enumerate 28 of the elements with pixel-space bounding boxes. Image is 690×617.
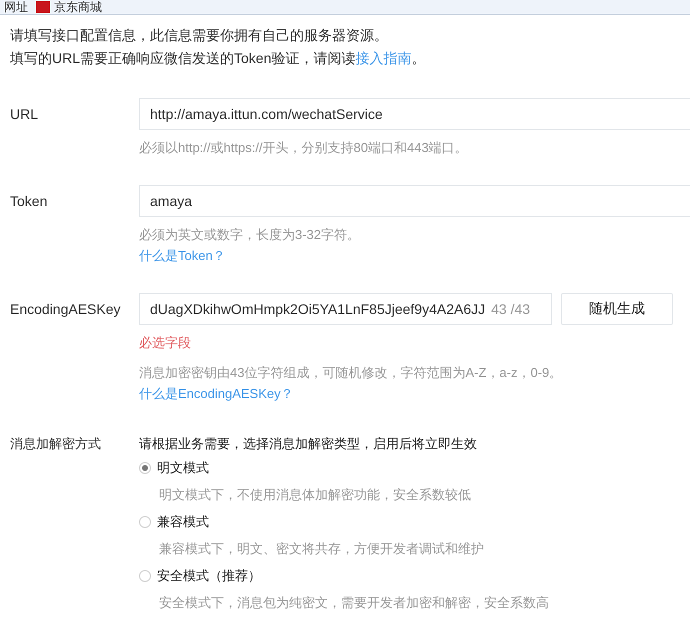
- radio-label[interactable]: 安全模式（推荐）: [157, 567, 261, 585]
- radio-button[interactable]: [139, 462, 151, 474]
- field-label: Token: [10, 193, 48, 209]
- text-input[interactable]: http://amaya.ittun.com/wechatService: [139, 98, 690, 130]
- radio-label[interactable]: 明文模式: [157, 459, 209, 477]
- field-label: 消息加解密方式: [10, 436, 101, 451]
- instruction-text: 请根据业务需要，选择消息加解密类型，启用后将立即生效: [139, 436, 477, 451]
- bookmark-link[interactable]: 京东商城: [54, 0, 102, 14]
- option-description: 安全模式下，消息包为纯密文，需要开发者加密和解密，安全系数高: [159, 595, 549, 610]
- field-label: URL: [10, 106, 38, 122]
- radio-button[interactable]: [139, 516, 151, 528]
- hint-text: 必须为英文或数字，长度为3-32字符。: [139, 227, 360, 242]
- error-text: 必选字段: [139, 335, 191, 350]
- text-input[interactable]: dUagXDkihwOmHmpk2Oi5YA1LnF85Jjeef9y4A2A6JJ 43 /43: [139, 293, 552, 325]
- store-logo-icon: [36, 1, 50, 14]
- field-label: EncodingAESKey: [10, 301, 121, 317]
- intro-text: 填写的URL需要正确响应微信发送的Token验证，请阅读接入指南。: [10, 49, 426, 68]
- text-input[interactable]: amaya: [139, 185, 690, 217]
- hint-text: 消息加密密钥由43位字符组成，可随机修改，字符范围为A-Z，a-z，0-9。: [139, 365, 562, 380]
- hint-text: 必须以http://或https://开头，分别支持80端口和443端口。: [139, 140, 468, 155]
- intro-text: 请填写接口配置信息，此信息需要你拥有自己的服务器资源。: [10, 26, 389, 45]
- option-description: 兼容模式下，明文、密文将共存，方便开发者调试和维护: [159, 541, 484, 556]
- bookmark-link[interactable]: 网址: [4, 0, 28, 14]
- radio-label[interactable]: 兼容模式: [157, 513, 209, 531]
- radio-button[interactable]: [139, 570, 151, 582]
- generate-button[interactable]: 随机生成: [561, 293, 673, 325]
- character-counter: 43 /43: [491, 301, 532, 317]
- option-description: 明文模式下，不使用消息体加解密功能，安全系数较低: [159, 487, 471, 502]
